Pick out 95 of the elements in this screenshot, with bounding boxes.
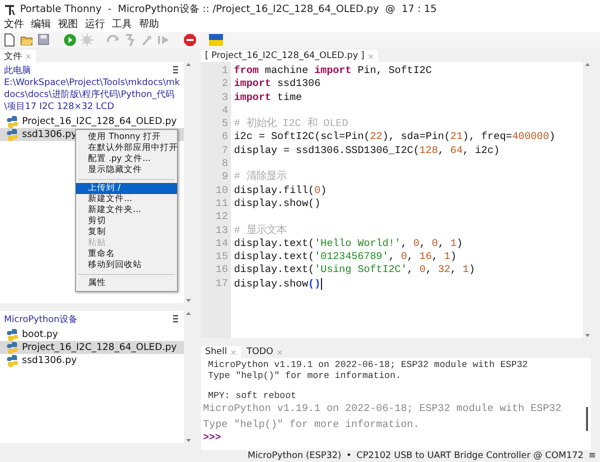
code-line: import ssd1306 [234,78,322,92]
line-number: 8 [220,158,229,172]
line-number: 11 [214,198,229,212]
code-line: display.show() [234,198,322,212]
line-number: 16 [214,264,229,278]
code-line: # 清除显示 [234,171,288,185]
menu-item[interactable]: 配置 .py 文件... [76,154,177,165]
shell-output: MicroPython v1.19.1 on 2022-06-18; ESP32 module with ESP32 [207,359,529,370]
app-logo-icon [4,2,16,16]
line-number: 10 [214,184,229,198]
scrollbar[interactable] [184,62,192,303]
shell-output: Type "help()" for more information. [203,418,420,433]
code-line: # 显示文本 [234,224,288,238]
step-out-icon[interactable] [140,33,154,47]
file-item[interactable]: boot.py [0,328,184,341]
code-line: display.text('0123456789', 0, 16, 1) [234,251,458,264]
line-number: 2 [220,78,229,92]
flag-icon[interactable] [209,33,223,47]
shell-output: MicroPython v1.19.1 on 2022-06-18; ESP32 module with ESP32 [203,402,562,417]
python-file-icon [6,340,19,354]
code-line: # 初始化 I2C 和 OLED [234,118,350,132]
separator-dot: • [346,451,352,461]
device-title: MicroPython设备 [4,314,78,326]
tab[interactable]: [ Project_16_I2C_128_64_OLED.py ] × [201,50,378,62]
step-into-icon[interactable] [123,33,137,47]
line-number: 12 [214,211,229,225]
file-item[interactable]: ssd1306.py [0,354,184,367]
menu-item[interactable]: 剪切 [76,216,177,227]
scroll-up-icon [184,62,192,67]
scroll-up-icon [184,311,192,316]
scroll-down-icon [584,333,590,338]
menu-item[interactable]: 重命名 [76,249,177,260]
window-title: Portable Thonny - MicroPython设备 :: /Project_16_I2C_128_64_OLED.py @ 17 : 15 [20,3,437,16]
scrollbar[interactable] [184,311,192,443]
menu-icon [172,65,179,74]
run-icon[interactable] [63,33,77,47]
stop-icon[interactable] [183,33,197,47]
code-line: display.show() [234,278,323,292]
python-file-icon [6,328,19,342]
menu-item[interactable]: 属性 [76,278,177,289]
tab[interactable]: 文件 × [0,50,36,62]
line-number: 6 [220,131,229,145]
menu-item[interactable]: 工具 [109,18,136,32]
folder-path[interactable]: E:\WorkSpace\Project\Tools\mkdocs\mkdocs\docs\进阶版\程序代码\Python_代码\项目17 I2C 128×32 LCD [0,77,184,113]
line-number: 17 [214,278,229,292]
shell-output: MPY: soft reboot [207,390,298,401]
code-line: display.text('Using SoftI2C', 0, 32, 1) [234,264,476,278]
scroll-down-icon [184,438,192,443]
shell-output: Type "help()" for more information. [207,370,402,381]
line-number: 15 [214,251,229,264]
menu-item[interactable]: 使用 Thonny 打开 [76,132,177,143]
line-number: 13 [214,224,229,238]
menu-item[interactable]: 新建文件夹... [76,205,177,216]
code-line: display.fill(0) [234,184,328,198]
menu-item[interactable]: 复制 [76,227,177,238]
python-file-icon [6,354,19,368]
file-item[interactable]: Project_16_I2C_128_64_OLED.py [0,115,184,128]
menu-item[interactable]: 帮助 [136,18,163,32]
menu-item[interactable]: 显示隐藏文件 [76,165,177,176]
line-number: 7 [220,144,229,158]
menu-item[interactable]: 视图 [55,18,82,32]
line-number: 3 [220,92,229,105]
text-cursor [320,278,322,290]
debug-icon[interactable] [80,33,94,47]
code-line: import time [234,92,303,105]
menu-item[interactable]: 在默认外部应用中打开 [76,143,177,154]
scrollbar[interactable] [583,62,591,338]
python-file-icon [6,128,19,142]
save-icon[interactable] [37,33,51,47]
menu-item[interactable]: 新建文件... [76,194,177,205]
menu-item[interactable]: 运行 [82,18,109,32]
python-file-icon [6,114,19,128]
scroll-down-icon [184,298,192,303]
location-link[interactable]: 此电脑 [4,65,31,77]
line-number: 9 [220,171,229,185]
line-number: 5 [220,118,229,132]
tab[interactable]: Shell × [201,346,241,358]
menu-icon[interactable]: ≡ [588,451,596,461]
code-line: i2c = SoftI2C(scl=Pin(22), sda=Pin(21), freq=400000) [234,131,556,145]
scroll-up-icon [584,62,590,67]
menu-icon [172,314,179,323]
menu-item[interactable]: 文件 [1,18,28,32]
line-number: 1 [220,65,229,78]
interpreter-label[interactable]: MicroPython (ESP32) [248,451,342,461]
line-number: 14 [214,238,229,252]
code-line: display = ssd1306.SSD1306_I2C(128, 64, i2c) [234,144,501,158]
port-label[interactable]: CP2102 USB to UART Bridge Controller @ COM172 [356,451,584,461]
resume-icon[interactable] [157,33,171,47]
code-line: display.text('Hello World!', 0, 0, 1) [234,238,464,252]
line-number: 4 [220,104,229,118]
menu-item[interactable]: 移动到回收站 [76,260,177,271]
code-line: from machine import Pin, SoftI2C [234,65,433,78]
file-item[interactable]: Project_16_I2C_128_64_OLED.py [0,341,184,354]
shell-prompt[interactable]: >>> [203,433,583,445]
menu-item[interactable]: 编辑 [28,18,55,32]
